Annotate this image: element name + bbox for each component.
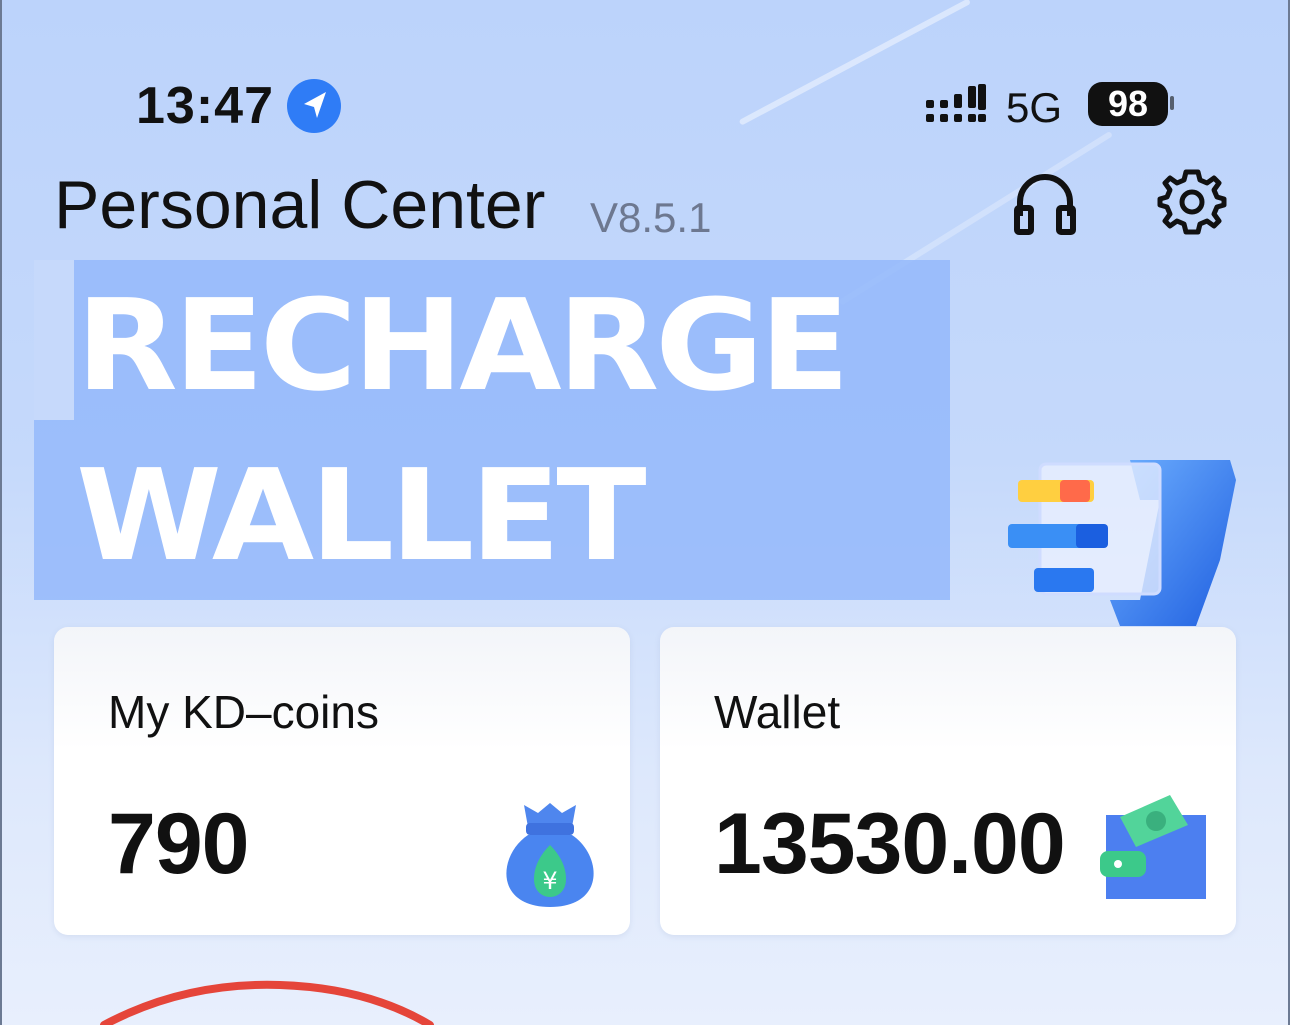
kd-coins-value: 790 xyxy=(108,796,249,892)
network-type: 5G xyxy=(1006,84,1063,131)
battery-level: 98 xyxy=(1088,82,1168,126)
banner-text-line1: RECHARGE xyxy=(76,272,850,419)
battery-tip xyxy=(1170,96,1174,110)
banner-notch xyxy=(34,260,74,420)
gear-icon[interactable] xyxy=(1156,166,1228,238)
kd-coins-label: My KD–coins xyxy=(108,686,379,738)
signal-icon xyxy=(926,84,986,122)
app-version: V8.5.1 xyxy=(590,194,712,241)
wallet-value: 13530.00 xyxy=(714,796,1066,892)
red-scribble-mark xyxy=(100,980,434,1025)
clock: 13:47 xyxy=(136,77,274,135)
header: Personal Center V8.5.1 xyxy=(0,160,1290,250)
svg-text:¥: ¥ xyxy=(542,867,557,895)
decorative-3d-chart-icon xyxy=(1008,460,1236,626)
wallet-label: Wallet xyxy=(714,686,841,738)
location-arrow-icon xyxy=(287,79,341,133)
status-bar: 13:47 5G 98 xyxy=(0,70,1290,140)
wallet-card[interactable]: Wallet 13530.00 xyxy=(660,627,1236,935)
wallet-icon xyxy=(1100,795,1206,899)
banner-text-line2: WALLET xyxy=(76,442,647,589)
personal-center-screen: 13:47 5G 98 Personal Center V8.5.1 RECHA… xyxy=(0,0,1290,1025)
money-bag-icon: ¥ xyxy=(506,803,594,907)
page-title: Personal Center xyxy=(54,167,546,243)
kd-coins-card[interactable]: My KD–coins 790 ¥ xyxy=(54,627,630,935)
headset-icon[interactable] xyxy=(1010,168,1080,238)
